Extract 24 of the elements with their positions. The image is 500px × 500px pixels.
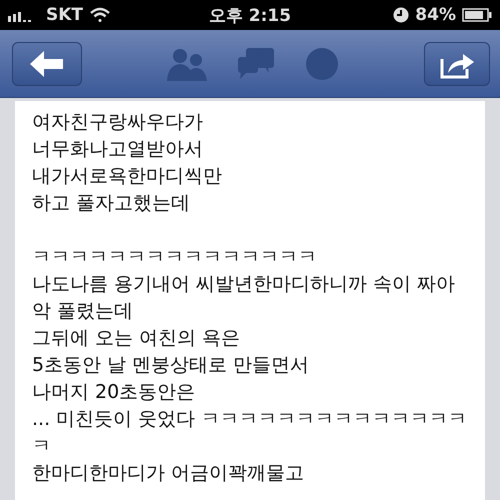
post-text-line: ㅋ [32, 434, 51, 459]
post-text-line: 내가서로욕한마디씩만 [32, 164, 222, 189]
post-text-line: 그뒤에 오는 여친의 욕은 [32, 326, 240, 351]
post-text-line: 여자친구랑싸우다가 [32, 110, 203, 135]
post-text-line: 하고 풀자고했는데 [32, 191, 190, 216]
share-button[interactable] [424, 42, 490, 86]
post-text-line: 5초동안 날 멘붕상태로 만들면서 [32, 353, 310, 378]
carrier-name: SKT [46, 5, 84, 25]
post-text-line: ㅋㅋㅋㅋㅋㅋㅋㅋㅋㅋㅋㅋㅋㅋㅋ [32, 245, 317, 270]
post-text-line: 나도나름 용기내어 씨발년한마디하니까 속이 짜아 [32, 272, 456, 297]
post-text-line: ... 미친듯이 웃었다 ㅋㅋㅋㅋㅋㅋㅋㅋㅋㅋㅋㅋㅋㅋ [32, 407, 468, 432]
chat-bubbles-icon[interactable] [237, 46, 275, 80]
post-text-line: 나머지 20초동안은 [32, 380, 196, 405]
post-text-line: 악 풀렸는데 [32, 299, 134, 324]
post-text-line: 한마디한마디가 어금이꽉깨물고 [32, 461, 304, 486]
back-arrow-icon [30, 50, 64, 76]
back-button[interactable] [12, 42, 82, 86]
clock-time: 오후 2:15 [208, 4, 292, 26]
friends-icon[interactable] [167, 46, 207, 80]
post-text-line: 너무화나고열받아서 [32, 137, 203, 162]
wifi-icon [89, 7, 112, 23]
alarm-clock-icon [393, 7, 410, 23]
battery-percent: 84% [415, 5, 456, 25]
battery-icon [462, 8, 492, 22]
